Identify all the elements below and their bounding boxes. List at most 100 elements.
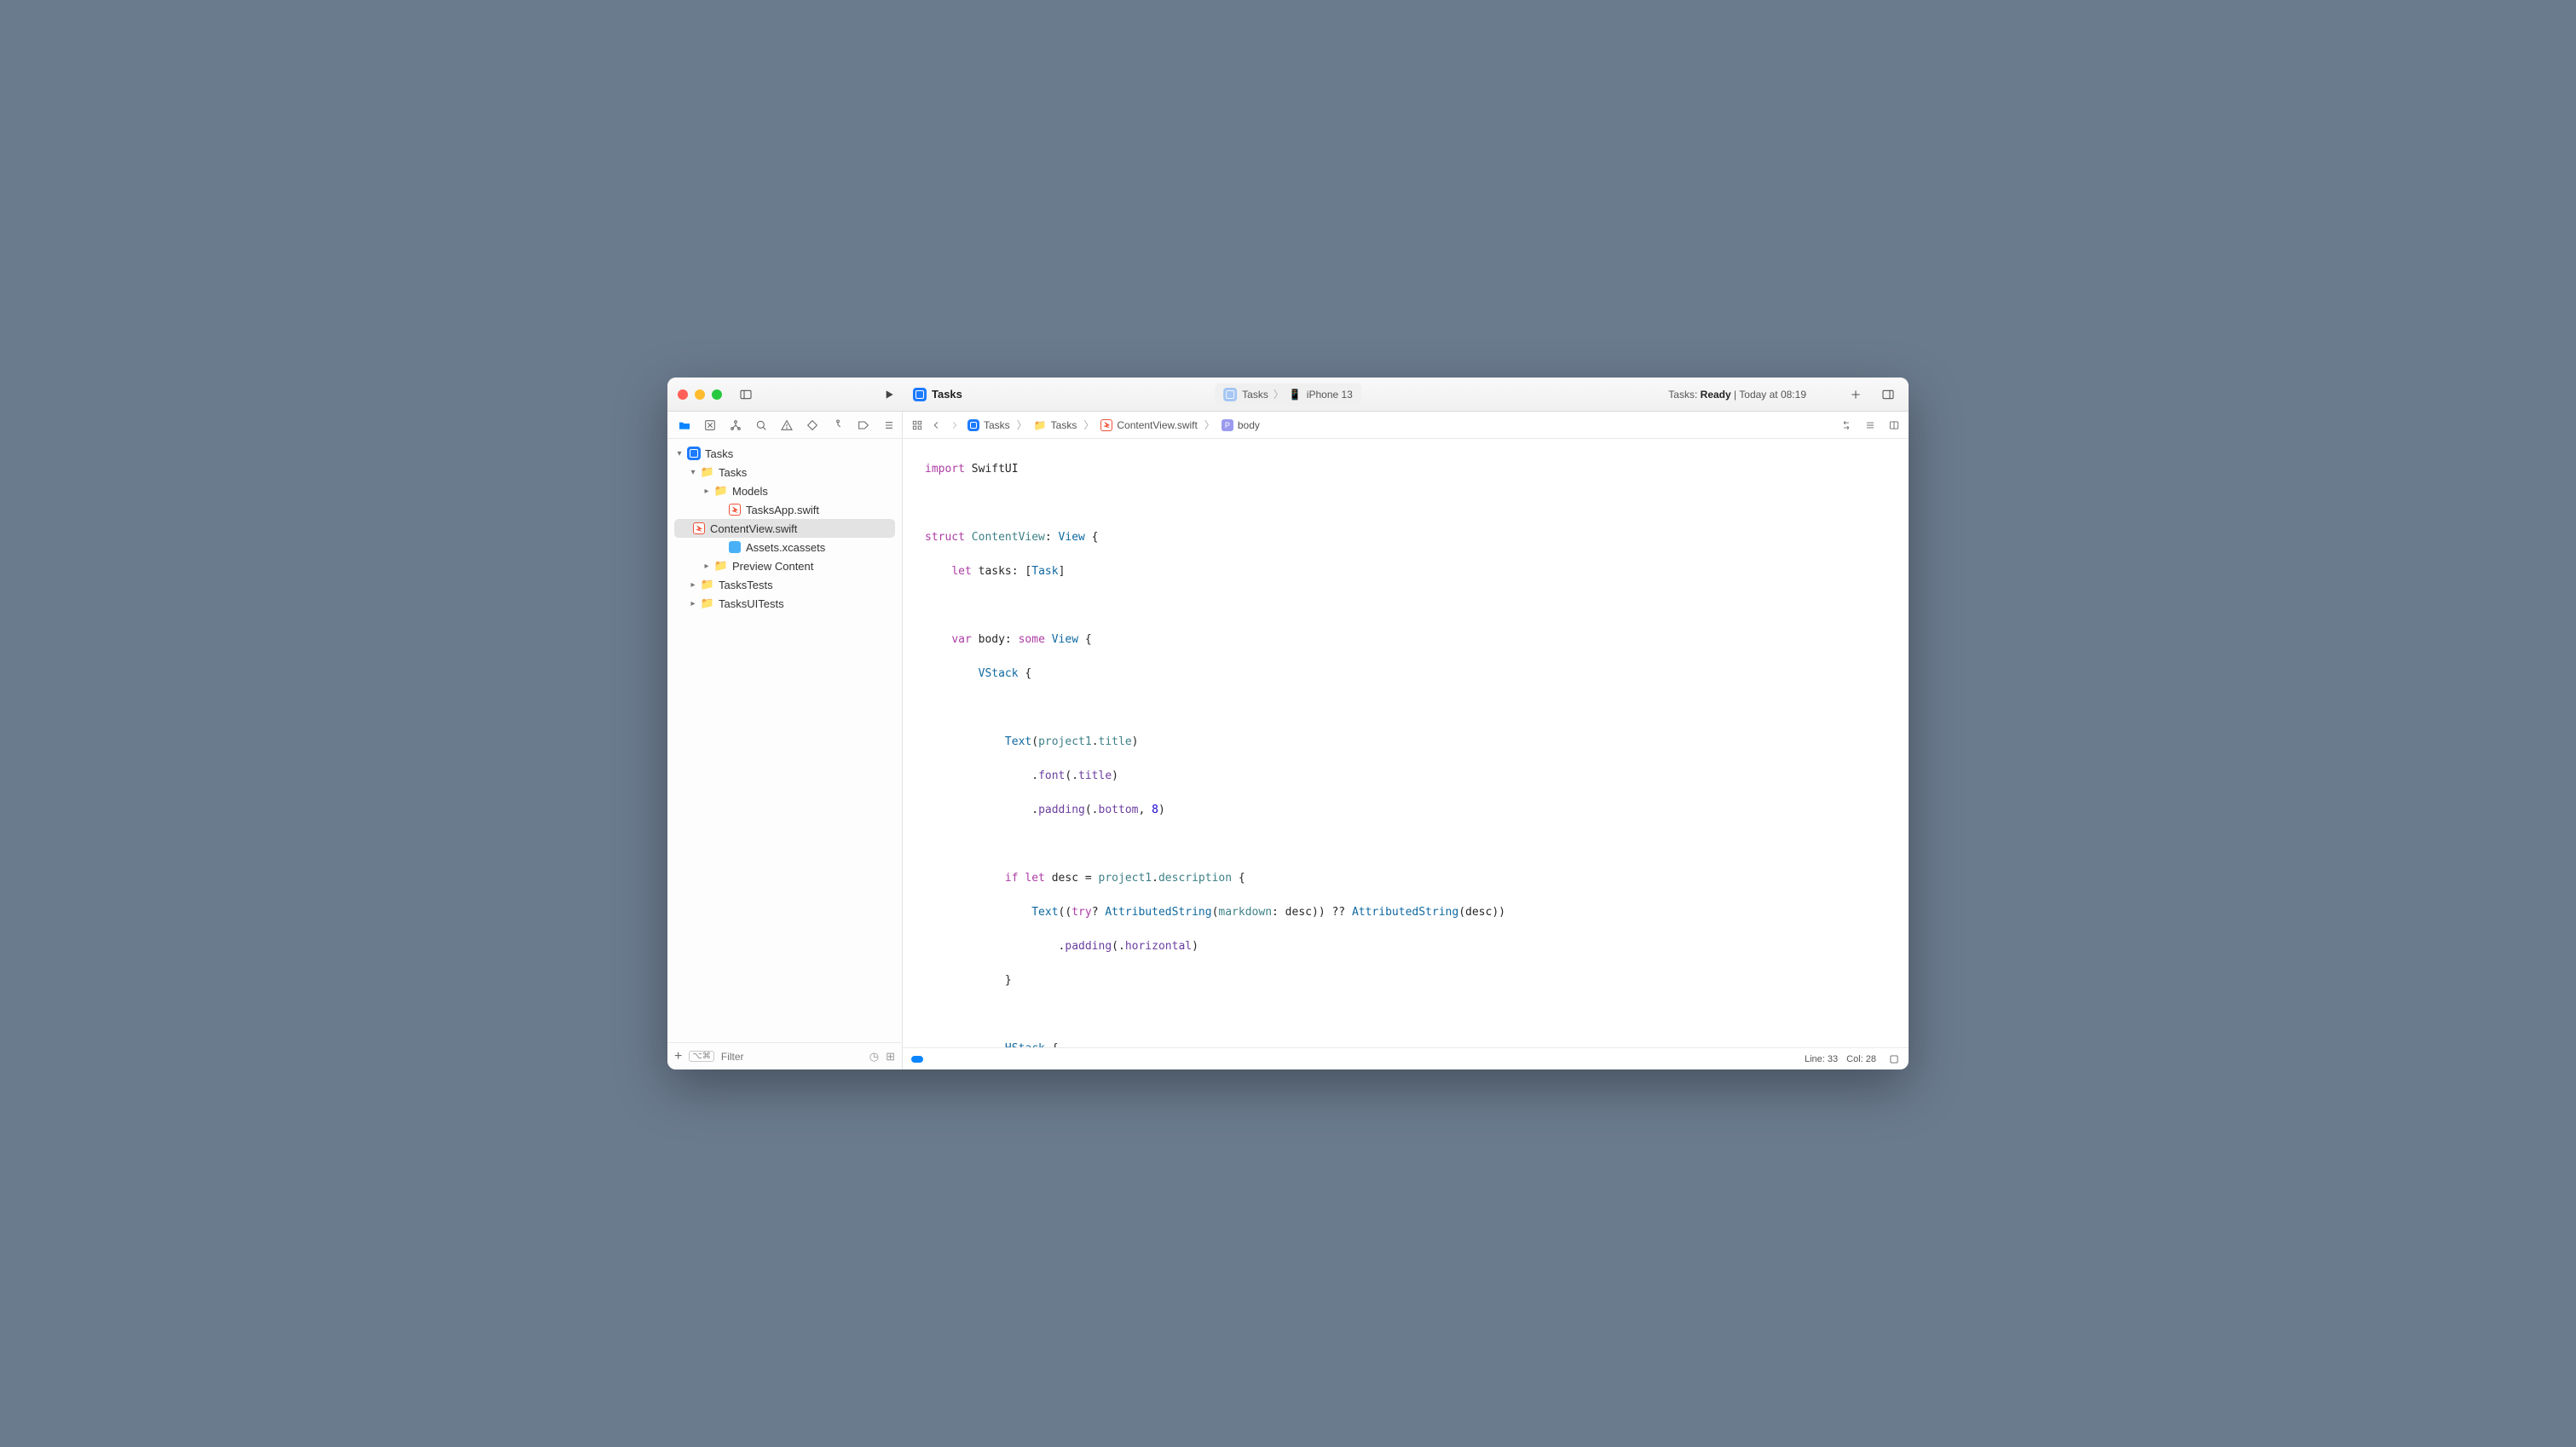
tree-project-root[interactable]: ▾ Tasks	[667, 444, 902, 463]
disclosure-icon[interactable]: ▸	[688, 580, 698, 590]
disclosure-icon[interactable]: ▸	[702, 487, 712, 496]
swift-file-icon	[729, 504, 741, 516]
disclosure-icon[interactable]: ▸	[702, 562, 712, 571]
toggle-left-sidebar-button[interactable]	[734, 384, 758, 405]
chevron-left-icon	[930, 419, 942, 431]
play-icon	[882, 388, 896, 401]
jumpbar-label: body	[1238, 419, 1260, 431]
app-icon	[687, 447, 701, 460]
xcode-window: Tasks Tasks 〉 📱 iPhone 13 Tasks: Ready |…	[667, 378, 1909, 1069]
arrows-icon	[1840, 419, 1852, 431]
lines-icon	[1864, 419, 1876, 431]
add-button[interactable]	[1844, 384, 1868, 405]
sidebar-left-icon	[739, 388, 753, 401]
tree-file-assets[interactable]: Assets.xcassets	[667, 538, 902, 556]
scm-filter-button[interactable]: ⊞	[886, 1050, 895, 1064]
disclosure-icon[interactable]: ▾	[674, 449, 684, 458]
test-navigator-tab[interactable]	[806, 418, 819, 433]
project-tree: ▾ Tasks ▾ 📁 Tasks ▸ 📁 Models Ta	[667, 439, 902, 1042]
tree-label: Tasks	[717, 466, 747, 479]
square-icon	[1888, 1053, 1900, 1065]
run-button[interactable]	[877, 384, 901, 405]
zoom-window-button[interactable]	[712, 389, 722, 400]
folder-icon: 📁	[701, 597, 714, 610]
tree-group-tests[interactable]: ▸ 📁 TasksTests	[667, 575, 902, 594]
minimize-window-button[interactable]	[695, 389, 705, 400]
scheme-icon	[1223, 388, 1237, 401]
editor-area: Tasks 〉 📁 Tasks 〉 ContentView.swift 〉 P …	[903, 412, 1909, 1069]
list-icon	[882, 418, 896, 432]
grid-icon	[911, 419, 923, 431]
project-title-label: Tasks	[932, 388, 962, 401]
cursor-col-label: Col: 28	[1846, 1054, 1876, 1064]
destination-label: iPhone 13	[1307, 389, 1353, 401]
swift-file-icon	[1100, 419, 1112, 431]
find-navigator-tab[interactable]	[754, 418, 768, 433]
tree-group-models[interactable]: ▸ 📁 Models	[667, 481, 902, 500]
recent-filter-button[interactable]: ◷	[869, 1050, 879, 1064]
disclosure-icon[interactable]: ▾	[688, 468, 698, 477]
issue-navigator-tab[interactable]	[780, 418, 794, 433]
folder-icon	[678, 418, 691, 432]
toggle-right-sidebar-button[interactable]	[1876, 384, 1900, 405]
project-title: Tasks	[913, 388, 962, 401]
chevron-right-icon	[949, 419, 961, 431]
source-editor[interactable]: import SwiftUI struct ContentView: View …	[913, 439, 1909, 1047]
navigator-sidebar: ▾ Tasks ▾ 📁 Tasks ▸ 📁 Models Ta	[667, 412, 903, 1069]
warning-icon	[780, 418, 794, 432]
scheme-destination-selector[interactable]: Tasks 〉 📱 iPhone 13	[1215, 383, 1361, 406]
folder-icon: 📁	[714, 484, 728, 498]
window-controls	[678, 389, 722, 400]
disclosure-icon[interactable]: ▸	[688, 599, 698, 608]
debug-navigator-tab[interactable]	[831, 418, 845, 433]
add-editor-button[interactable]	[1888, 419, 1900, 431]
tree-group-app[interactable]: ▾ 📁 Tasks	[667, 463, 902, 481]
jumpbar-label: ContentView.swift	[1117, 419, 1198, 431]
chevron-right-icon: 〉	[1274, 387, 1284, 401]
filter-scope-pill[interactable]: ⌥⌘	[689, 1051, 714, 1062]
chevron-right-icon: 〉	[1083, 418, 1094, 432]
symbol-navigator-tab[interactable]	[729, 418, 742, 433]
diamond-icon	[806, 418, 819, 432]
code-editor-wrap: import SwiftUI struct ContentView: View …	[903, 439, 1909, 1047]
jumpbar-label: Tasks	[984, 419, 1010, 431]
sidebar-right-icon	[1881, 388, 1895, 401]
jumpbar-seg-project[interactable]: Tasks	[967, 419, 1010, 431]
go-forward-button[interactable]	[949, 419, 961, 431]
tree-label: TasksApp.swift	[744, 504, 819, 516]
tree-group-preview[interactable]: ▸ 📁 Preview Content	[667, 556, 902, 575]
jumpbar-seg-group[interactable]: 📁 Tasks	[1034, 419, 1077, 431]
jumpbar-seg-symbol[interactable]: P body	[1222, 419, 1260, 431]
source-control-navigator-tab[interactable]	[703, 418, 717, 433]
search-icon	[754, 418, 768, 432]
minimap-toggle-button[interactable]	[1888, 1053, 1900, 1065]
folder-icon: 📁	[1034, 419, 1047, 431]
folder-icon: 📁	[701, 578, 714, 591]
debug-indicator[interactable]	[911, 1056, 923, 1063]
tree-label: Models	[731, 485, 768, 498]
tree-file-tasksapp[interactable]: TasksApp.swift	[667, 500, 902, 519]
go-back-button[interactable]	[930, 419, 942, 431]
gauge-icon	[831, 418, 845, 432]
report-navigator-tab[interactable]	[882, 418, 896, 433]
scheme-label: Tasks	[1242, 389, 1268, 401]
related-items-button[interactable]	[911, 419, 923, 431]
adjust-editor-button[interactable]	[1864, 419, 1876, 431]
jumpbar-seg-file[interactable]: ContentView.swift	[1100, 419, 1198, 431]
filter-input[interactable]	[721, 1051, 863, 1063]
project-navigator-tab[interactable]	[678, 418, 691, 433]
tree-file-contentview[interactable]: ContentView.swift	[674, 519, 895, 538]
app-icon	[913, 388, 927, 401]
tree-label: Assets.xcassets	[744, 541, 825, 554]
status-state: Ready	[1701, 389, 1731, 401]
cursor-line-label: Line: 33	[1805, 1054, 1838, 1064]
tree-label: Tasks	[703, 447, 733, 460]
tree-group-uitests[interactable]: ▸ 📁 TasksUITests	[667, 594, 902, 613]
refresh-counterparts-button[interactable]	[1840, 419, 1852, 431]
folder-icon: 📁	[701, 465, 714, 479]
close-window-button[interactable]	[678, 389, 688, 400]
breakpoint-navigator-tab[interactable]	[857, 418, 870, 433]
plus-icon	[1849, 388, 1863, 401]
add-target-button[interactable]: +	[674, 1049, 682, 1064]
tree-label: TasksUITests	[717, 597, 784, 610]
